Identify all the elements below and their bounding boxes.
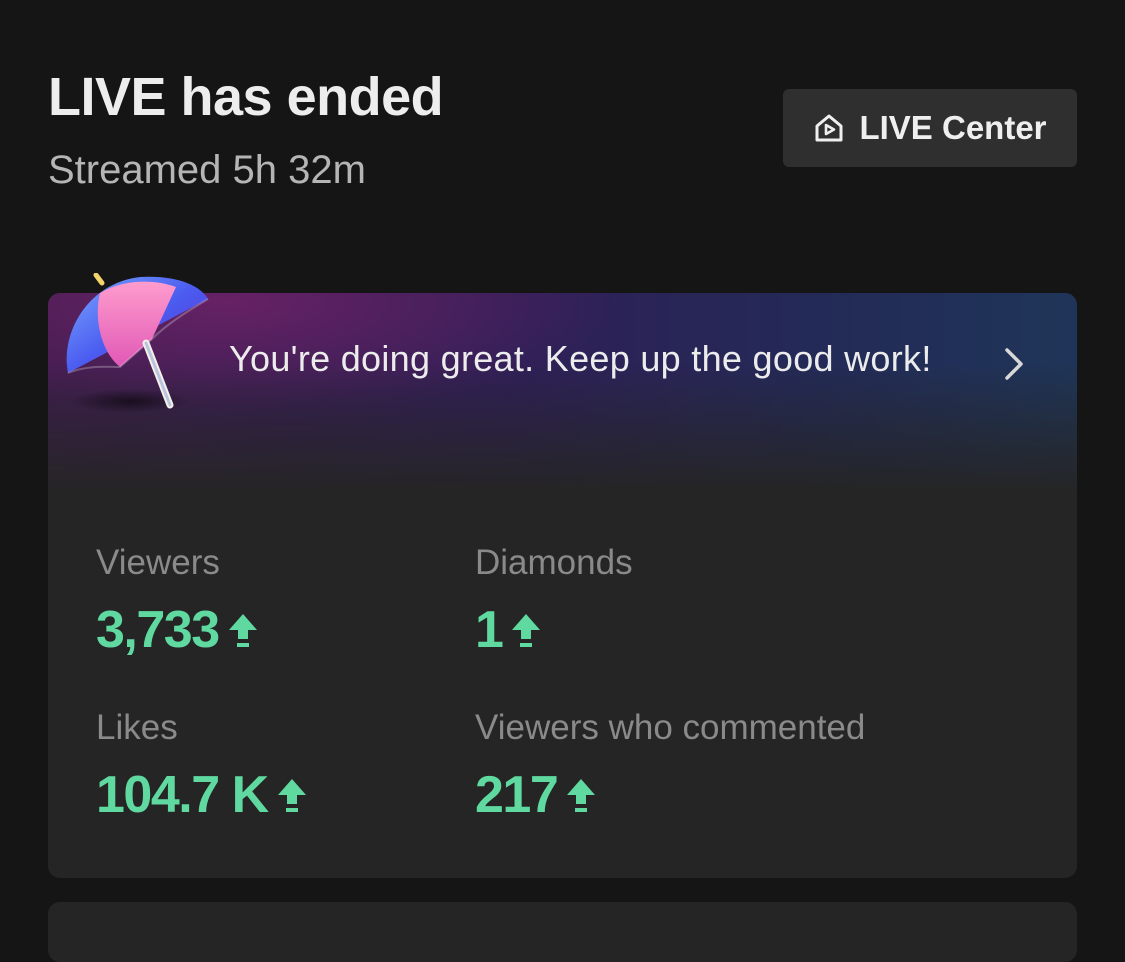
stat-label: Diamonds xyxy=(475,543,633,582)
stat-diamonds: Diamonds 1 xyxy=(475,542,633,656)
stat-value: 1 xyxy=(475,601,504,659)
arrow-up-icon xyxy=(512,614,541,647)
stat-label: Likes xyxy=(96,708,178,747)
stat-label: Viewers xyxy=(96,543,220,582)
live-center-label: LIVE Center xyxy=(859,109,1047,146)
next-card xyxy=(48,902,1077,962)
stat-value: 217 xyxy=(475,766,559,824)
encouragement-message[interactable]: You're doing great. Keep up the good wor… xyxy=(229,333,949,385)
arrow-up-icon xyxy=(567,779,596,812)
stream-duration: Streamed 5h 32m xyxy=(48,148,366,192)
chevron-right-icon[interactable] xyxy=(998,344,1030,384)
stat-label: Viewers who commented xyxy=(475,708,866,747)
stat-viewers-who-commented: Viewers who commented 217 xyxy=(475,707,865,821)
stat-likes: Likes 104.7 K xyxy=(96,707,308,821)
home-play-icon xyxy=(815,114,843,142)
arrow-up-icon xyxy=(228,614,257,647)
stat-value: 104.7 K xyxy=(96,766,269,824)
live-center-button[interactable]: LIVE Center xyxy=(783,89,1077,167)
umbrella-icon xyxy=(66,273,209,413)
arrow-up-icon xyxy=(277,779,306,812)
page-title: LIVE has ended xyxy=(48,67,444,127)
stat-value: 3,733 xyxy=(96,601,220,659)
stat-viewers: Viewers 3,733 xyxy=(96,542,259,656)
